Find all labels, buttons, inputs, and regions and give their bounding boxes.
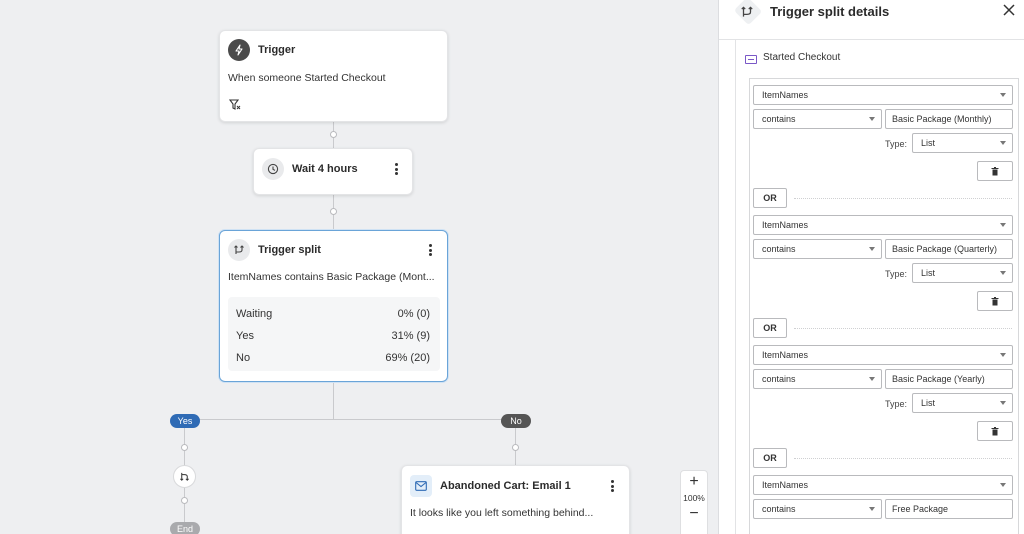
email-card[interactable]: Abandoned Cart: Email 1 It looks like yo…: [401, 465, 630, 534]
stat-label: Yes: [236, 330, 254, 342]
type-label: Type:: [885, 139, 908, 149]
event-name: Started Checkout: [763, 52, 841, 63]
property-select[interactable]: ItemNames: [753, 85, 1013, 105]
connector: [333, 382, 334, 419]
connector-dot[interactable]: [330, 208, 337, 215]
panel-body: Started Checkout ItemNames contains Basi…: [735, 40, 1024, 534]
trash-icon: [991, 166, 999, 175]
email-menu-button[interactable]: [606, 478, 618, 494]
trigger-description: When someone Started Checkout: [228, 72, 386, 84]
operator-select[interactable]: contains: [753, 109, 882, 129]
type-value: List: [921, 398, 936, 408]
type-label: Type:: [885, 269, 908, 279]
operator-select[interactable]: contains: [753, 499, 882, 519]
stat-row-yes: Yes 31% (9): [236, 330, 430, 344]
or-button[interactable]: OR: [753, 318, 787, 338]
trigger-title: Trigger: [258, 44, 296, 56]
value-input[interactable]: Basic Package (Monthly): [885, 109, 1013, 129]
zoom-out-button[interactable]: −: [681, 505, 707, 523]
trigger-split-card[interactable]: Trigger split ItemNames contains Basic P…: [219, 230, 448, 382]
yes-branch-pill: Yes: [170, 414, 200, 428]
clock-icon: [262, 158, 284, 180]
branch-connector: [184, 419, 516, 420]
zoom-control: + 100% −: [680, 470, 708, 534]
delete-condition-button[interactable]: [977, 291, 1013, 311]
divider: [794, 328, 1012, 329]
wait-label: Wait 4 hours: [292, 163, 358, 175]
panel-title: Trigger split details: [770, 4, 890, 19]
split-stats: Waiting 0% (0) Yes 31% (9) No 69% (20): [228, 297, 440, 371]
conditions-box: ItemNames contains Basic Package (Monthl…: [749, 78, 1019, 534]
stat-value: 0% (0): [397, 308, 430, 320]
email-preview: It looks like you left something behind.…: [410, 507, 594, 519]
divider: [794, 458, 1012, 459]
operator-value: contains: [762, 504, 796, 514]
value-input[interactable]: Free Package: [885, 499, 1013, 519]
wait-card[interactable]: Wait 4 hours: [253, 148, 413, 195]
delete-condition-button[interactable]: [977, 161, 1013, 181]
event-icon: [745, 55, 757, 64]
connector-dot[interactable]: [330, 131, 337, 138]
stat-label: Waiting: [236, 308, 273, 320]
stat-row-waiting: Waiting 0% (0): [236, 308, 430, 322]
stat-value: 69% (20): [385, 352, 430, 364]
filter-icon[interactable]: [228, 98, 241, 110]
property-value: ItemNames: [762, 220, 809, 230]
zoom-level: 100%: [683, 493, 705, 503]
property-value: ItemNames: [762, 90, 809, 100]
or-button[interactable]: OR: [753, 448, 787, 468]
panel-header: Trigger split details: [719, 0, 1024, 40]
property-value: ItemNames: [762, 350, 809, 360]
value-input[interactable]: Basic Package (Yearly): [885, 369, 1013, 389]
wait-menu-button[interactable]: [390, 161, 402, 177]
property-value: ItemNames: [762, 480, 809, 490]
operator-value: contains: [762, 114, 796, 124]
type-label: Type:: [885, 399, 908, 409]
split-node-button[interactable]: [173, 465, 196, 488]
connector-dot[interactable]: [181, 444, 188, 451]
type-select[interactable]: List: [912, 133, 1013, 153]
type-select[interactable]: List: [912, 263, 1013, 283]
trigger-split-details-panel: Trigger split details Started Checkout I…: [718, 0, 1024, 534]
connector-dot[interactable]: [512, 444, 519, 451]
stat-row-no: No 69% (20): [236, 352, 430, 366]
trash-icon: [991, 426, 999, 435]
property-select[interactable]: ItemNames: [753, 215, 1013, 235]
operator-select[interactable]: contains: [753, 369, 882, 389]
type-value: List: [921, 138, 936, 148]
email-title: Abandoned Cart: Email 1: [440, 480, 571, 492]
trigger-card[interactable]: Trigger When someone Started Checkout: [219, 30, 448, 122]
operator-select[interactable]: contains: [753, 239, 882, 259]
operator-value: contains: [762, 374, 796, 384]
delete-condition-button[interactable]: [977, 421, 1013, 441]
split-menu-button[interactable]: [424, 242, 436, 258]
type-value: List: [921, 268, 936, 278]
lightning-icon: [228, 39, 250, 61]
property-select[interactable]: ItemNames: [753, 475, 1013, 495]
email-icon: [410, 475, 432, 497]
value-input[interactable]: Basic Package (Quarterly): [885, 239, 1013, 259]
divider: [794, 198, 1012, 199]
trash-icon: [991, 296, 999, 305]
stat-label: No: [236, 352, 251, 364]
no-branch-pill: No: [501, 414, 531, 428]
split-icon: [740, 5, 754, 19]
end-pill: End: [170, 522, 200, 534]
split-title: Trigger split: [258, 244, 321, 256]
close-icon[interactable]: [1002, 3, 1016, 17]
stat-value: 31% (9): [391, 330, 430, 342]
property-select[interactable]: ItemNames: [753, 345, 1013, 365]
split-icon: [228, 239, 250, 261]
connector-dot[interactable]: [181, 497, 188, 504]
flow-canvas[interactable]: Trigger When someone Started Checkout Wa…: [0, 0, 718, 534]
split-description: ItemNames contains Basic Package (Mont..…: [228, 271, 435, 283]
or-button[interactable]: OR: [753, 188, 787, 208]
zoom-in-button[interactable]: +: [681, 473, 707, 491]
type-select[interactable]: List: [912, 393, 1013, 413]
operator-value: contains: [762, 244, 796, 254]
